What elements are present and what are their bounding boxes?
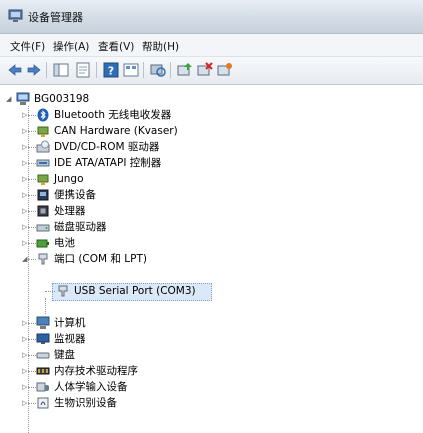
port-icon [58,285,68,297]
collapse-arrow-icon[interactable]: ◢ [22,255,31,264]
scan-hardware-icon[interactable] [149,61,167,79]
expand-arrow-icon[interactable]: ▷ [22,223,31,232]
network-adapter-icon [37,126,49,137]
tree-item-label: 生物识别设备 [54,397,117,409]
memory-icon [36,367,50,375]
hid-icon [36,382,49,392]
computer-icon [36,316,50,329]
tree-connector-line [45,298,46,314]
expand-arrow-icon[interactable]: ▷ [22,127,31,136]
uninstall-device-icon[interactable] [216,61,234,79]
expand-arrow-icon[interactable]: ▷ [22,319,31,328]
expand-arrow-icon[interactable]: ▷ [22,351,31,360]
menu-view[interactable]: 查看(V) [98,39,134,54]
toolbar-separator [143,62,144,78]
toolbar: ? [0,57,423,85]
battery-icon [36,239,49,248]
keyboard-icon [36,352,50,359]
tree-item[interactable]: ▷ 生物识别设备 [0,394,423,412]
tree-item-label: USB Serial Port (COM3) [74,285,196,297]
port-icon [38,253,48,265]
expand-arrow-icon[interactable]: ▷ [22,191,31,200]
biometric-icon [37,397,49,409]
update-driver-icon[interactable] [176,61,194,79]
menu-action[interactable]: 操作(A) [53,39,89,54]
expand-arrow-icon[interactable]: ▷ [22,239,31,248]
device-manager-window: 设备管理器 文件(F) 操作(A) 查看(V) 帮助(H) ? ◢ BG0031… [0,0,423,433]
collapse-arrow-icon[interactable]: ◢ [6,95,15,104]
device-manager-icon [8,9,23,22]
expand-arrow-icon[interactable]: ▷ [22,207,31,216]
window-title: 设备管理器 [28,11,83,24]
bluetooth-icon [37,108,49,122]
menu-bar: 文件(F) 操作(A) 查看(V) 帮助(H) [0,34,423,57]
expand-arrow-icon[interactable]: ▷ [22,383,31,392]
computer-icon [16,92,30,105]
view-icon[interactable] [122,61,140,79]
tree-item-selected[interactable]: USB Serial Port (COM3) [0,282,423,300]
help-icon[interactable]: ? [102,61,120,79]
tree-item[interactable]: ◢ 端口 (COM 和 LPT) [0,250,423,268]
portable-device-icon [37,189,49,201]
properties-icon[interactable] [74,61,92,79]
expand-arrow-icon[interactable]: ▷ [22,335,31,344]
svg-text:?: ? [108,65,114,78]
expand-arrow-icon[interactable]: ▷ [22,367,31,376]
processor-icon [37,205,49,217]
console-tree-icon[interactable] [52,61,70,79]
expand-arrow-icon[interactable]: ▷ [22,175,31,184]
toolbar-separator [96,62,97,78]
device-tree: ◢ BG003198 ▷ Bluetooth 无线电收发器 ▷ CAN Hard… [0,90,423,433]
tree-item-label: 端口 (COM 和 LPT) [54,253,147,265]
menu-file[interactable]: 文件(F) [10,39,45,54]
expand-arrow-icon[interactable]: ▷ [22,399,31,408]
device-icon [37,174,49,185]
disk-drive-icon [36,224,50,232]
forward-arrow-icon[interactable] [25,61,43,79]
expand-arrow-icon[interactable]: ▷ [22,159,31,168]
disable-device-icon[interactable] [196,61,214,79]
menu-help[interactable]: 帮助(H) [142,39,179,54]
toolbar-separator [170,62,171,78]
expand-arrow-icon[interactable]: ▷ [22,111,31,120]
dvd-drive-icon [36,140,50,153]
toolbar-separator [46,62,47,78]
back-arrow-icon[interactable] [6,61,24,79]
monitor-icon [36,333,50,344]
expand-arrow-icon[interactable]: ▷ [22,143,31,152]
title-bar[interactable]: 设备管理器 [0,0,423,34]
ide-controller-icon [36,159,50,167]
